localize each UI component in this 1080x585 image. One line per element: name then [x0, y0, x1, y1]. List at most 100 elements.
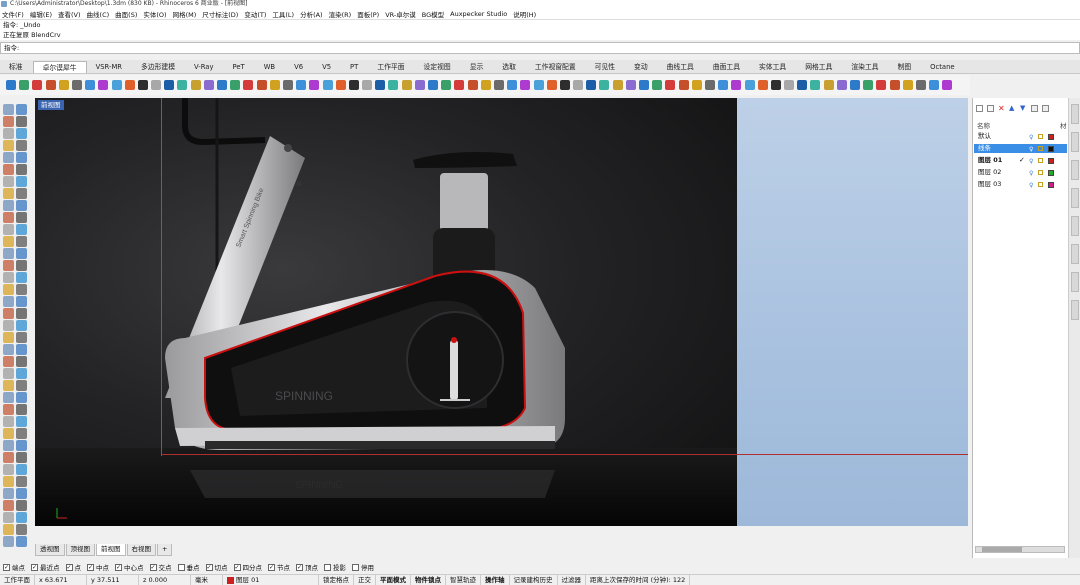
tool-button-icon[interactable]: [256, 80, 267, 90]
tool-button-icon[interactable]: [718, 80, 729, 90]
tool-button-icon[interactable]: [71, 80, 82, 90]
tool-button-icon[interactable]: [6, 80, 16, 90]
palette-tool-icon[interactable]: [16, 260, 27, 271]
palette-tool-icon[interactable]: [3, 512, 14, 523]
toolbar-tab[interactable]: 标准: [0, 61, 33, 73]
menu-item[interactable]: 实体(O): [143, 9, 166, 19]
tool-button-icon[interactable]: [889, 80, 900, 90]
palette-tool-icon[interactable]: [16, 128, 27, 139]
layer-color-swatch[interactable]: [1048, 146, 1054, 152]
osnap-option[interactable]: ✓ 交点: [149, 562, 172, 572]
tool-button-icon[interactable]: [441, 80, 452, 90]
toolbar-tab[interactable]: 网格工具: [796, 61, 842, 73]
new-layer-icon[interactable]: [976, 105, 983, 112]
side-panel-tab[interactable]: [1071, 104, 1079, 124]
side-panel-tab[interactable]: [1071, 244, 1079, 264]
lock-icon[interactable]: [1038, 158, 1043, 163]
osnap-option[interactable]: ✓ 切点: [205, 562, 228, 572]
layer-filter-icon[interactable]: [1031, 105, 1038, 112]
palette-tool-icon[interactable]: [16, 164, 27, 175]
side-panel-tab[interactable]: [1071, 300, 1079, 320]
palette-tool-icon[interactable]: [3, 368, 14, 379]
palette-tool-icon[interactable]: [3, 428, 14, 439]
palette-tool-icon[interactable]: [16, 200, 27, 211]
tool-button-icon[interactable]: [282, 80, 293, 90]
tool-button-icon[interactable]: [546, 80, 557, 90]
tool-button-icon[interactable]: [454, 80, 465, 90]
toolbar-tab[interactable]: 多边形建模: [132, 61, 185, 73]
side-panel-tabs[interactable]: [1068, 98, 1080, 558]
tool-button-icon[interactable]: [625, 80, 636, 90]
tool-button-icon[interactable]: [296, 80, 307, 90]
palette-tool-icon[interactable]: [3, 440, 14, 451]
palette-tool-icon[interactable]: [16, 416, 27, 427]
layer-row[interactable]: 图层 03 ♀: [974, 180, 1067, 189]
menu-item[interactable]: Auxpecker Studio: [450, 10, 507, 18]
status-mode-toggle[interactable]: 记录建构历史: [510, 575, 558, 585]
visibility-bulb-icon[interactable]: ♀: [1029, 169, 1033, 178]
palette-tool-icon[interactable]: [16, 236, 27, 247]
tool-button-icon[interactable]: [217, 80, 227, 90]
palette-tool-icon[interactable]: [16, 224, 27, 235]
palette-tool-icon[interactable]: [16, 380, 27, 391]
palette-tool-icon[interactable]: [3, 224, 14, 235]
status-mode-toggle[interactable]: 正交: [354, 575, 376, 585]
tool-button-icon[interactable]: [942, 80, 953, 90]
add-viewport-tab[interactable]: +: [157, 544, 173, 556]
osnap-checkbox[interactable]: ✓: [3, 563, 10, 571]
viewport-tab[interactable]: 右视图: [126, 544, 156, 556]
visibility-bulb-icon[interactable]: ♀: [1029, 157, 1033, 166]
palette-tool-icon[interactable]: [16, 104, 27, 115]
tool-button-icon[interactable]: [863, 80, 874, 90]
viewport-tab[interactable]: 透视图: [35, 544, 65, 556]
toolbar-tab[interactable]: 曲线工具: [658, 61, 704, 73]
palette-tool-icon[interactable]: [16, 452, 27, 463]
palette-tool-icon[interactable]: [16, 140, 27, 151]
tool-button-icon[interactable]: [810, 80, 821, 90]
menu-item[interactable]: 查看(V): [58, 9, 81, 19]
toolbar-tab[interactable]: 可见性: [586, 61, 625, 73]
palette-tool-icon[interactable]: [3, 416, 14, 427]
palette-tool-icon[interactable]: [3, 236, 14, 247]
palette-tool-icon[interactable]: [3, 116, 14, 127]
toolbar-tab[interactable]: 工作视窗配置: [526, 61, 586, 73]
layer-row[interactable]: 线条 ♀: [974, 144, 1067, 153]
toolbar-tab[interactable]: V6: [285, 61, 313, 73]
menu-item[interactable]: 渲染(R): [329, 9, 352, 19]
tool-button-icon[interactable]: [309, 80, 320, 90]
osnap-option[interactable]: ✓ 节点: [268, 562, 290, 572]
toolbar-tab[interactable]: V-Ray: [185, 61, 223, 73]
layer-row[interactable]: 默认 ♀: [974, 132, 1067, 141]
visibility-bulb-icon[interactable]: ♀: [1029, 133, 1033, 142]
status-mode-toggle[interactable]: 锁定格点: [319, 575, 354, 585]
osnap-checkbox[interactable]: ✓: [205, 563, 213, 571]
tool-button-icon[interactable]: [177, 80, 188, 90]
palette-tool-icon[interactable]: [3, 284, 14, 295]
side-panel-tab[interactable]: [1071, 160, 1079, 180]
osnap-checkbox[interactable]: [352, 563, 359, 571]
toolbar-tab[interactable]: 制图: [889, 61, 922, 73]
palette-tool-icon[interactable]: [3, 248, 14, 259]
layer-tools-icon[interactable]: [1042, 105, 1049, 112]
tool-button-icon[interactable]: [414, 80, 425, 90]
tool-button-icon[interactable]: [269, 80, 280, 90]
palette-tool-icon[interactable]: [3, 260, 14, 271]
layers-scrollbar[interactable]: [975, 546, 1065, 553]
tool-button-icon[interactable]: [823, 80, 834, 90]
tool-button-icon[interactable]: [902, 80, 913, 90]
palette-tool-icon[interactable]: [3, 128, 14, 139]
tool-button-icon[interactable]: [744, 80, 755, 90]
palette-tool-icon[interactable]: [16, 428, 27, 439]
palette-tool-icon[interactable]: [16, 368, 27, 379]
tool-button-icon[interactable]: [362, 80, 373, 90]
toolbar-tab[interactable]: 工作平面: [368, 61, 414, 73]
toolbar-tab[interactable]: 渲染工具: [842, 61, 888, 73]
tool-button-icon[interactable]: [124, 80, 135, 90]
menu-item[interactable]: 网格(M): [173, 9, 197, 19]
lock-icon[interactable]: [1038, 146, 1043, 151]
tool-button-icon[interactable]: [151, 80, 162, 90]
tool-button-icon[interactable]: [19, 80, 30, 90]
osnap-checkbox[interactable]: ✓: [296, 563, 303, 571]
viewport-title[interactable]: 前视图: [38, 100, 64, 110]
viewport-tab[interactable]: 前视图: [96, 544, 126, 556]
